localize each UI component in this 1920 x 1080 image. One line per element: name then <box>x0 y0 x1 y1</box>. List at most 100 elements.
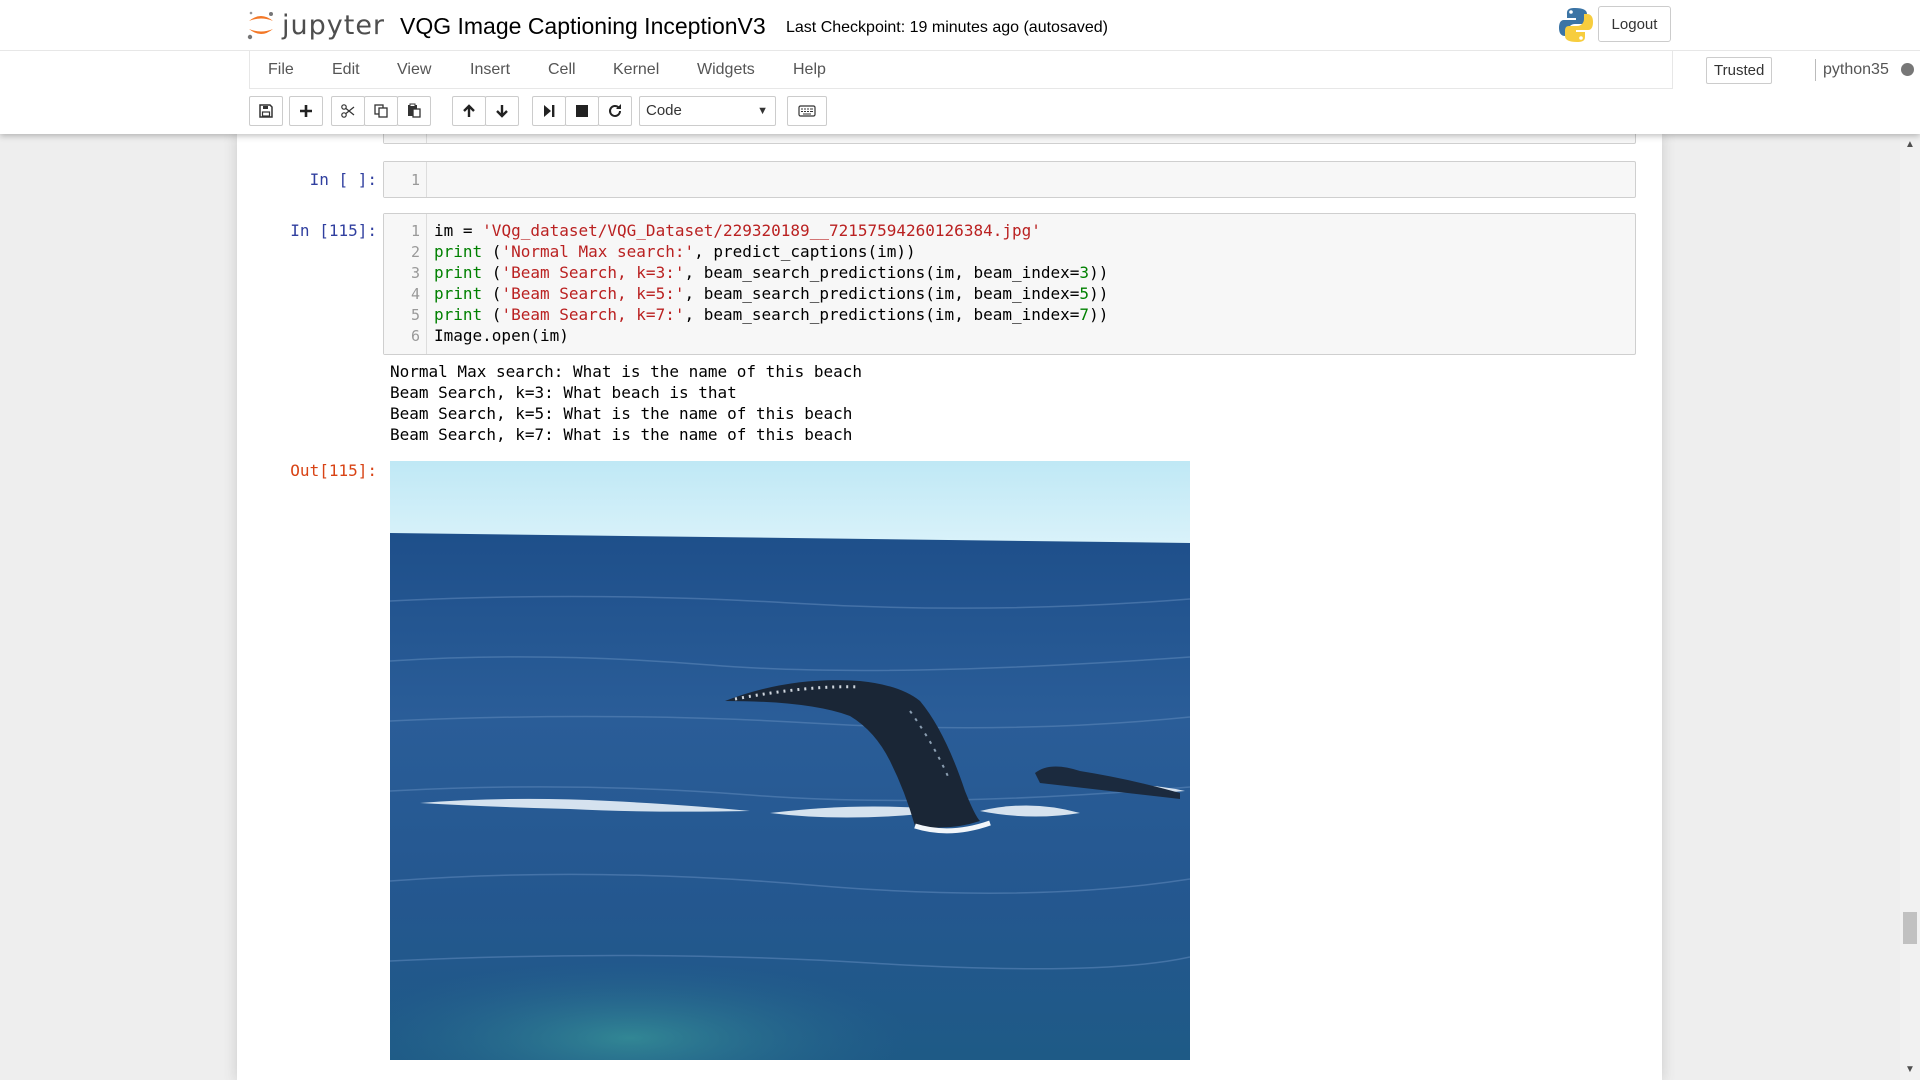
scrollbar-thumb[interactable] <box>1903 912 1917 944</box>
paste-button[interactable] <box>397 96 431 126</box>
move-down-button[interactable] <box>485 96 519 126</box>
code-token: ( <box>482 305 502 324</box>
code-line: im = 'VQg_dataset/VQG_Dataset/229320189_… <box>434 221 1041 240</box>
jupyter-logo-icon <box>246 9 276 41</box>
code-token: 'VQg_dataset/VQG_Dataset/229320189__7215… <box>482 221 1041 240</box>
command-palette-button[interactable] <box>787 96 827 126</box>
code-token: )) <box>1089 305 1109 324</box>
code-line: print ('Beam Search, k=3:', beam_search_… <box>434 263 1108 282</box>
code-token: )) <box>1089 284 1109 303</box>
menu-help[interactable]: Help <box>793 61 826 79</box>
interrupt-button[interactable] <box>565 96 599 126</box>
stdout-line: Beam Search, k=3: What beach is that <box>390 383 737 402</box>
notebook-header: jupyter VQG Image Captioning InceptionV3… <box>0 0 1920 134</box>
code-token: ( <box>482 263 502 282</box>
scroll-up-icon[interactable]: ▲ <box>1900 134 1920 154</box>
line-gutter: 1 <box>384 162 427 197</box>
line-number: 1 <box>410 171 420 189</box>
code-line: print ('Beam Search, k=5:', beam_search_… <box>434 284 1108 303</box>
output-image-whale-tail <box>390 461 1190 1060</box>
line-number: 2 <box>410 243 420 261</box>
code-token: 3 <box>1079 263 1090 282</box>
python-logo-icon <box>1558 6 1594 44</box>
code-cell-input[interactable]: 1 2 3 4 5 6 im = 'VQg_dataset/VQG_Datase… <box>383 213 1636 355</box>
restart-button[interactable] <box>598 96 632 126</box>
code-token: , beam_search_predictions(im, beam_index… <box>684 284 1080 303</box>
code-token: ( <box>482 242 502 261</box>
checkpoint-status: Last Checkpoint: 19 minutes ago (autosav… <box>786 19 1108 36</box>
move-up-button[interactable] <box>452 96 486 126</box>
line-number: 3 <box>410 264 420 282</box>
input-prompt: In [115]: <box>290 221 377 240</box>
code-token: print <box>434 305 483 324</box>
cut-button[interactable] <box>331 96 365 126</box>
trusted-badge[interactable]: Trusted <box>1706 57 1773 84</box>
run-button[interactable] <box>532 96 566 126</box>
jupyter-logo[interactable]: jupyter <box>246 5 385 45</box>
kernel-name[interactable]: python35 <box>1823 61 1889 79</box>
paste-icon <box>408 103 421 118</box>
line-number: 6 <box>410 327 420 345</box>
code-token: im = <box>434 221 483 240</box>
menu-file[interactable]: File <box>268 61 294 79</box>
code-line: print ('Normal Max search:', predict_cap… <box>434 242 916 261</box>
scroll-down-icon[interactable]: ▼ <box>1900 1060 1920 1080</box>
logout-button[interactable]: Logout <box>1598 6 1671 42</box>
code-line: Image.open(im) <box>434 326 569 345</box>
input-prompt: In [ ]: <box>309 170 377 189</box>
cell-type-select[interactable]: Code ▼ <box>639 96 776 126</box>
code-token: print <box>434 284 483 303</box>
line-number: 5 <box>410 306 420 324</box>
code-token: 7 <box>1079 305 1090 324</box>
code-token: , beam_search_predictions(im, beam_index… <box>684 305 1080 324</box>
chevron-down-icon: ▼ <box>757 105 768 117</box>
menu-edit[interactable]: Edit <box>332 61 360 79</box>
line-number: 4 <box>410 285 420 303</box>
notebook-container: In [ ]: 1 In [115]: 1 2 3 4 5 6 im = 'VQ… <box>237 114 1662 1080</box>
line-gutter: 1 2 3 4 5 6 <box>384 214 427 354</box>
stop-icon <box>576 105 588 117</box>
kernel-status-icon <box>1901 63 1914 76</box>
header-top-bar: jupyter VQG Image Captioning InceptionV3… <box>0 0 1920 51</box>
code-token: print <box>434 242 483 261</box>
kernel-separator <box>1815 59 1816 81</box>
code-token: print <box>434 263 483 282</box>
output-prompt: Out[115]: <box>290 461 377 480</box>
stdout-line: Beam Search, k=7: What is the name of th… <box>390 425 853 444</box>
restart-icon <box>609 104 621 117</box>
code-token: ( <box>482 284 502 303</box>
cell-type-value: Code <box>646 102 682 119</box>
copy-button[interactable] <box>364 96 398 126</box>
code-token: , predict_captions(im)) <box>694 242 916 261</box>
jupyter-logo-text: jupyter <box>282 9 386 41</box>
code-line: print ('Beam Search, k=7:', beam_search_… <box>434 305 1108 324</box>
code-token: , beam_search_predictions(im, beam_index… <box>684 263 1080 282</box>
menu-bar: File Edit View Insert Cell Kernel Widget… <box>249 51 1914 89</box>
menu-insert[interactable]: Insert <box>470 61 510 79</box>
plus-icon <box>300 105 312 117</box>
menu-view[interactable]: View <box>397 61 431 79</box>
toolbar: Code ▼ <box>249 96 1673 128</box>
insert-cell-button[interactable] <box>289 96 323 126</box>
cut-icon <box>341 104 355 118</box>
keyboard-icon <box>798 105 816 117</box>
notebook-title[interactable]: VQG Image Captioning InceptionV3 <box>400 13 766 40</box>
menu-cell[interactable]: Cell <box>548 61 576 79</box>
code-token: 'Beam Search, k=7:' <box>501 305 685 324</box>
code-token: Image.open(im) <box>434 326 569 345</box>
stdout-line: Normal Max search: What is the name of t… <box>390 362 863 381</box>
code-token: 'Beam Search, k=5:' <box>501 284 685 303</box>
code-token: )) <box>1089 263 1109 282</box>
arrow-down-icon <box>496 105 508 118</box>
save-button[interactable] <box>249 96 283 126</box>
arrow-up-icon <box>463 104 475 117</box>
stdout-line: Beam Search, k=5: What is the name of th… <box>390 404 853 423</box>
menu-widgets[interactable]: Widgets <box>697 61 755 79</box>
code-token: 5 <box>1079 284 1090 303</box>
copy-icon <box>374 104 388 118</box>
empty-cell-input[interactable]: 1 <box>383 161 1636 198</box>
menu-kernel[interactable]: Kernel <box>613 61 659 79</box>
vertical-scrollbar[interactable]: ▲ ▼ <box>1900 134 1920 1080</box>
save-icon <box>259 104 273 118</box>
run-icon <box>544 105 555 117</box>
